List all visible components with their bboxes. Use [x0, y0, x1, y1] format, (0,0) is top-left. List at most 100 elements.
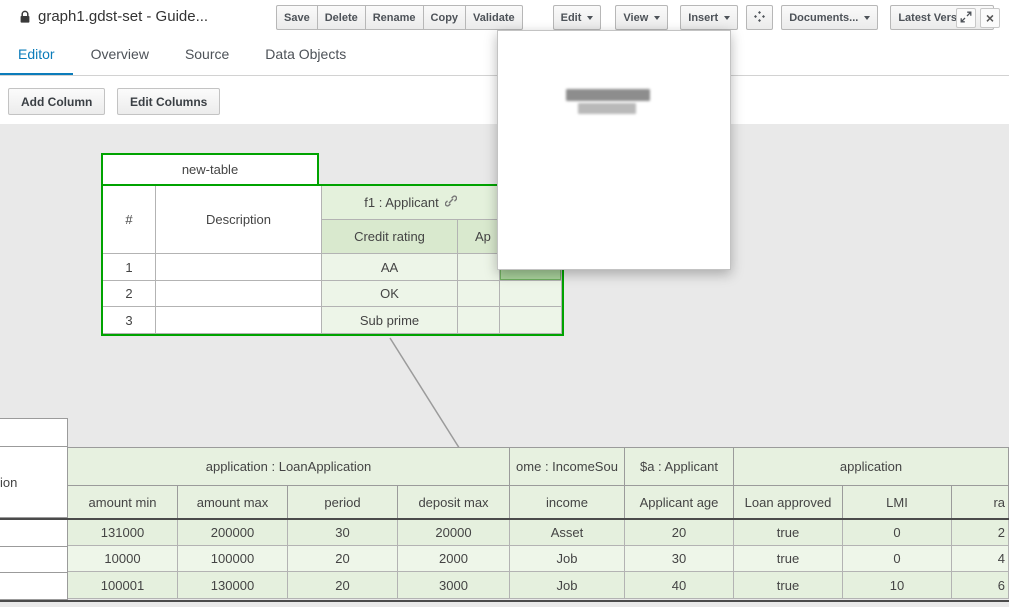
data-cell[interactable]: 20	[625, 519, 734, 546]
tab-source[interactable]: Source	[167, 36, 247, 75]
data-cell[interactable]: true	[734, 519, 843, 546]
data-cell[interactable]: Asset	[510, 519, 625, 546]
data-table-description-header[interactable]: ion	[0, 447, 68, 518]
view-menu-button[interactable]: View	[615, 5, 668, 30]
save-button[interactable]: Save	[276, 5, 318, 30]
data-cell[interactable]: 2	[952, 519, 1009, 546]
group-header-applicant[interactable]: $a : Applicant	[625, 448, 734, 486]
tab-editor[interactable]: Editor	[0, 36, 73, 75]
data-cell[interactable]: 131000	[68, 519, 178, 546]
data-cell[interactable]: 130000	[178, 572, 288, 599]
column-header[interactable]: Applicant age	[625, 486, 734, 519]
credit-rating-cell[interactable]: OK	[322, 281, 458, 307]
condition-cell[interactable]	[458, 281, 500, 307]
data-cell[interactable]: Job	[510, 546, 625, 572]
credit-rating-cell[interactable]: AA	[322, 254, 458, 281]
caret-down-icon	[587, 16, 593, 20]
description-header[interactable]: Description	[156, 186, 322, 254]
condition-header-applicant[interactable]: Ap	[458, 220, 500, 254]
data-cell[interactable]: 20	[288, 572, 398, 599]
row-number-cell[interactable]: 1	[103, 254, 156, 281]
tab-data-objects[interactable]: Data Objects	[247, 36, 364, 75]
data-cell[interactable]: 2000	[398, 546, 510, 572]
column-header[interactable]: income	[510, 486, 625, 519]
column-header[interactable]: period	[288, 486, 398, 519]
documents-menu-button[interactable]: Documents...	[781, 5, 878, 30]
column-header[interactable]: amount min	[68, 486, 178, 519]
description-cell[interactable]	[0, 547, 68, 573]
description-cell[interactable]	[156, 281, 322, 307]
data-cell[interactable]: 30	[625, 546, 734, 572]
data-cell[interactable]: 4	[952, 546, 1009, 572]
pattern-header-label: f1 : Applicant	[364, 195, 438, 210]
description-cell[interactable]	[156, 254, 322, 281]
validate-button[interactable]: Validate	[465, 5, 523, 30]
asset-title: graph1.gdst-set - Guide...	[38, 8, 208, 25]
condition-cell[interactable]	[500, 307, 562, 334]
credit-rating-cell[interactable]: Sub prime	[322, 307, 458, 334]
data-cell[interactable]: 6	[952, 572, 1009, 599]
data-cell[interactable]: 30	[288, 519, 398, 546]
add-column-button[interactable]: Add Column	[8, 88, 105, 115]
table-row: 10000 100000 20 2000 Job 30 true 0 4	[68, 546, 1009, 572]
window-controls: ×	[956, 8, 1000, 28]
table-header: # Description f1 : Applicant Credit ra	[103, 186, 562, 254]
condition-cell[interactable]	[500, 281, 562, 307]
group-header-income-source[interactable]: ome : IncomeSou	[510, 448, 625, 486]
data-cell[interactable]: 200000	[178, 519, 288, 546]
condition-cell[interactable]	[458, 307, 500, 334]
data-decision-table: application : LoanApplication ome : Inco…	[68, 447, 1009, 599]
expand-button[interactable]	[956, 8, 976, 28]
edit-columns-button[interactable]: Edit Columns	[117, 88, 220, 115]
condition-cell[interactable]	[458, 254, 500, 281]
rename-button[interactable]: Rename	[365, 5, 424, 30]
data-cell[interactable]: 100001	[68, 572, 178, 599]
group-header-application[interactable]: application	[734, 448, 1009, 486]
data-cell[interactable]: 0	[843, 519, 952, 546]
data-cell[interactable]: Job	[510, 572, 625, 599]
table-row: 100001 130000 20 3000 Job 40 true 10 6	[68, 572, 1009, 599]
row-number-header[interactable]: #	[103, 186, 156, 254]
table-row: 1 AA	[103, 254, 562, 281]
column-header[interactable]: Loan approved	[734, 486, 843, 519]
caret-down-icon	[654, 16, 660, 20]
data-cell[interactable]: 40	[625, 572, 734, 599]
table-title[interactable]: new-table	[101, 153, 319, 186]
caret-down-icon	[724, 16, 730, 20]
data-cell[interactable]: 100000	[178, 546, 288, 572]
description-cell[interactable]	[0, 573, 68, 600]
data-cell[interactable]: 20000	[398, 519, 510, 546]
column-header[interactable]: ra	[952, 486, 1009, 519]
lock-icon	[19, 10, 31, 29]
redacted-text	[578, 103, 636, 114]
condition-header-credit-rating[interactable]: Credit rating	[322, 220, 458, 254]
layout-menu-button[interactable]	[746, 5, 773, 30]
view-menu-label: View	[623, 12, 648, 24]
column-header[interactable]: amount max	[178, 486, 288, 519]
row-number-cell[interactable]: 3	[103, 307, 156, 334]
delete-button[interactable]: Delete	[317, 5, 366, 30]
data-cell[interactable]: 3000	[398, 572, 510, 599]
data-cell[interactable]: 10000	[68, 546, 178, 572]
link-icon	[445, 195, 457, 210]
group-header-loan-application[interactable]: application : LoanApplication	[68, 448, 510, 486]
data-cell[interactable]: true	[734, 546, 843, 572]
data-cell[interactable]: 10	[843, 572, 952, 599]
pattern-group-row: application : LoanApplication ome : Inco…	[68, 448, 1009, 486]
description-cell[interactable]	[156, 307, 322, 334]
description-cell[interactable]	[0, 520, 68, 547]
edit-menu-button[interactable]: Edit	[553, 5, 602, 30]
data-cell[interactable]: 0	[843, 546, 952, 572]
data-cell[interactable]: true	[734, 572, 843, 599]
tab-overview[interactable]: Overview	[73, 36, 167, 75]
pattern-header[interactable]: f1 : Applicant	[322, 186, 500, 220]
row-number-cell[interactable]: 2	[103, 281, 156, 307]
column-header[interactable]: deposit max	[398, 486, 510, 519]
diamond-icon	[754, 11, 765, 25]
data-cell[interactable]: 20	[288, 546, 398, 572]
column-header[interactable]: LMI	[843, 486, 952, 519]
insert-menu-button[interactable]: Insert	[680, 5, 738, 30]
table-row: 2 OK	[103, 281, 562, 307]
close-button[interactable]: ×	[980, 8, 1000, 28]
copy-button[interactable]: Copy	[423, 5, 467, 30]
